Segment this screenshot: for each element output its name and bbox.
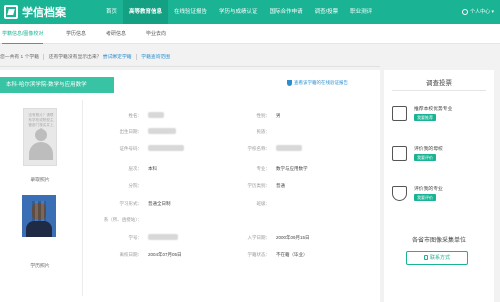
study-form-label: 学习形式：	[119, 201, 143, 206]
name-label: 姓名：	[128, 113, 143, 118]
nav-survey[interactable]: 调查/投票	[309, 0, 345, 24]
admission-photo-caption: 录取照片	[30, 178, 50, 183]
survey-item-recommend-major: 推荐本校优势专业 我要推荐	[392, 104, 486, 132]
level-label: 层次：	[128, 166, 143, 171]
id-label: 证件号码：	[119, 146, 143, 151]
tab-graduate-destination[interactable]: 毕业去向	[146, 24, 166, 44]
divider	[392, 90, 486, 91]
degree-photo	[22, 195, 56, 237]
nav-certification[interactable]: 学历与成绩认证	[213, 0, 264, 24]
column-divider	[82, 100, 83, 296]
sub-nav: 学籍信息/图像校对 学历信息 考研信息 毕业去向	[0, 24, 500, 44]
tab-degree-info[interactable]: 学历信息	[66, 24, 86, 44]
student-no-value	[148, 234, 178, 240]
status-value: 不在籍（毕业）	[276, 252, 308, 257]
count-prefix: 您一共有	[0, 55, 20, 60]
bind-record-link[interactable]: 尝试绑定学籍	[103, 55, 132, 60]
rate-major-button[interactable]: 我要评价	[414, 194, 436, 201]
contact-label: 联系方式	[429, 255, 450, 261]
main-nav: 首页 高等教育信息 在线验证报告 学历与成绩认证 国际合作申请 调查/投票 职业…	[100, 0, 378, 24]
class-label: 班级：	[256, 201, 271, 206]
user-center-label: 个人中心	[470, 9, 491, 15]
gender-label: 性别：	[256, 113, 271, 118]
level-value: 本科	[148, 166, 157, 171]
nav-online-report[interactable]: 在线验证报告	[168, 0, 213, 24]
study-form-value: 普通全日制	[148, 201, 171, 206]
survey-item-rate-school: 评价我的母校 我要评价	[392, 144, 486, 172]
major-value: 数学与应用数学	[276, 166, 308, 171]
dept-label: 分院：	[128, 183, 143, 188]
name-value	[148, 112, 164, 118]
sidebar-title: 调查投票	[426, 80, 452, 87]
major-label: 专业：	[256, 166, 271, 171]
id-value	[148, 145, 184, 151]
survey-item-label: 推荐本校优势专业	[414, 107, 453, 112]
survey-item-label: 评价我的母校	[414, 147, 443, 152]
rate-school-button[interactable]: 我要评价	[414, 154, 436, 161]
flask-icon	[392, 186, 407, 201]
user-center-menu[interactable]: 个人中心 ▾	[462, 0, 494, 24]
school-title: 本科-哈尔滨学院-数学与应用数学	[0, 77, 114, 93]
school-name-value	[276, 145, 302, 151]
birth-value	[148, 128, 176, 134]
edu-form-value: 普通	[276, 183, 285, 188]
survey-sidebar: 调查投票 推荐本校优势专业 我要推荐 评价我的母校 我要评价 评价我的专业 我要…	[384, 70, 494, 302]
top-nav-bar: 学信档案 首页 高等教育信息 在线验证报告 学历与成绩认证 国际合作申请 调查/…	[0, 0, 500, 24]
survey-item-rate-major: 评价我的专业 我要评价	[392, 184, 486, 212]
nav-higher-education[interactable]: 高等教育信息	[123, 0, 169, 24]
ethnicity-label: 民族：	[256, 129, 271, 134]
avatar-body-shape	[29, 142, 53, 160]
nav-career-test[interactable]: 职业测评	[344, 0, 378, 24]
avatar-icon	[35, 129, 47, 141]
tab-postgraduate-info[interactable]: 考研信息	[106, 24, 126, 44]
site-logo[interactable]: 学信档案	[4, 4, 66, 20]
phone-icon	[423, 255, 428, 261]
recommend-button[interactable]: 我要推荐	[414, 114, 436, 121]
school-name-label: 学校名称：	[247, 146, 271, 151]
record-count-bar: 您一共有 1 个学籍 还有学籍没有显示出来？ 尝试绑定学籍 学籍查询范围	[0, 52, 300, 64]
logo-icon	[4, 5, 18, 19]
nav-international[interactable]: 国际合作申请	[264, 0, 309, 24]
leave-date-value: 2004年07月05日	[148, 252, 182, 257]
status-label: 学籍状态：	[247, 252, 271, 257]
book-icon	[392, 106, 407, 121]
edu-form-label: 学历类别：	[247, 183, 271, 188]
site-name: 学信档案	[22, 7, 66, 19]
student-no-label: 学号：	[128, 235, 143, 240]
survey-item-label: 评价我的专业	[414, 187, 443, 192]
building-icon	[392, 146, 407, 161]
record-scope-link[interactable]: 学籍查询范围	[141, 55, 170, 60]
report-link-label: 查看该学籍的在线验证报告	[294, 80, 348, 86]
pixelation-overlay	[32, 201, 46, 221]
image-collection-title: 各省市图像采集单位	[411, 238, 466, 244]
record-count: 1	[20, 55, 24, 60]
tab-enrollment-info[interactable]: 学籍信息/图像校对	[2, 24, 44, 44]
gender-value: 男	[276, 113, 281, 118]
enroll-date-label: 入学日期：	[247, 235, 271, 240]
shield-icon	[287, 80, 292, 86]
degree-photo-caption: 学历照片	[30, 264, 50, 269]
admission-photo-placeholder: 没有照片？请联系学校或院校主管部门核实并上传	[23, 108, 57, 166]
view-report-link[interactable]: 查看该学籍的在线验证报告	[287, 80, 348, 86]
birth-label: 出生日期：	[119, 129, 143, 134]
photo-shirt	[26, 221, 52, 237]
missing-record-question: 还有学籍没有显示出来？	[48, 55, 102, 60]
user-icon	[462, 8, 469, 15]
count-suffix: 个学籍	[24, 55, 39, 60]
branch-label: 系（所、函授站）：	[103, 217, 142, 222]
divider	[43, 53, 45, 60]
leave-date-label: 离校日期：	[119, 252, 143, 257]
record-panel: 本科-哈尔滨学院-数学与应用数学 查看该学籍的在线验证报告 没有照片？请联系学校…	[0, 70, 380, 302]
contact-button[interactable]: 联系方式	[406, 251, 468, 265]
enroll-date-value: 2000年09月15日	[276, 235, 310, 240]
nav-home[interactable]: 首页	[100, 0, 123, 24]
divider	[135, 53, 137, 60]
divider	[0, 66, 380, 67]
